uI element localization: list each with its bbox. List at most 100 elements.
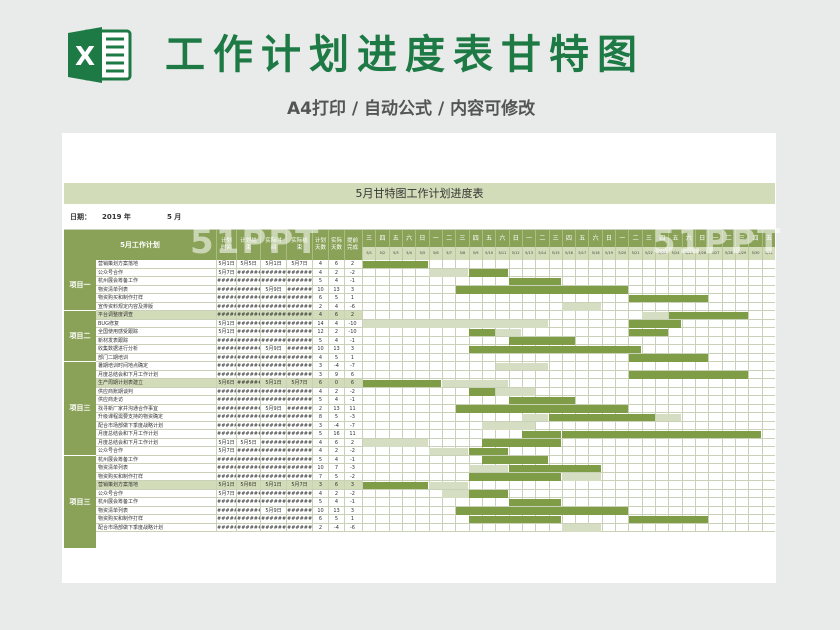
cell-pd: 4 [312,387,328,396]
cell-as: 5月9日 [260,404,286,413]
gantt-cell [455,328,469,337]
gantt-cell [601,421,616,430]
gantt-cell [761,379,775,388]
gantt-cell [748,447,762,456]
task-name: 配合市场部做下季度战略计划 [96,523,216,532]
gantt-cell [535,370,549,379]
gantt-cell [548,481,562,490]
gantt-cell [628,379,642,388]
cell-ad: 4 [328,455,344,464]
gantt-cell [375,404,389,413]
cell-pe: ###### [236,413,260,422]
gantt-cell [748,523,762,532]
gantt-cell [441,464,456,473]
gantt-cell [401,285,416,294]
task-name: 全国使用感受跟踪 [96,328,216,337]
gantt-cell [588,489,602,498]
gantt-cell [362,523,376,532]
gantt-cell [375,498,389,507]
gantt-cell [495,396,509,405]
cell-e: -2 [344,268,360,277]
gantt-cell [401,302,416,311]
cell-pd: 5 [312,498,328,507]
task-name: 月度总结会和下月工作计划 [96,370,216,379]
gantt-cell [415,353,429,362]
gantt-cell [455,438,469,447]
gantt-cell [388,362,402,371]
gantt-cell [481,294,496,303]
gantt-cell [735,447,749,456]
cell-ad: -4 [328,362,344,371]
gantt-cell [375,515,389,524]
gantt-cell [428,506,442,515]
gantt-cell [548,523,562,532]
gantt-cell [561,447,576,456]
gantt-cell [455,294,469,303]
gantt-cell [588,447,602,456]
gantt-bar [429,447,469,455]
cell-ad: 0 [328,379,344,388]
cell-pe: ###### [236,379,260,388]
gantt-cell [721,387,736,396]
cell-as: ###### [260,413,286,422]
gantt-cell [615,268,629,277]
cell-e: 6 [344,379,360,388]
gantt-cell [362,404,376,413]
gantt-cell [521,294,536,303]
cell-ad: -4 [328,523,344,532]
gantt-cell [561,455,576,464]
gantt-cell [655,362,669,371]
cell-ae: ###### [286,404,312,413]
gantt-cell [695,481,709,490]
gantt-cell [681,413,696,422]
gantt-bar [628,371,748,379]
gantt-cell [575,515,589,524]
cell-ae: ###### [286,294,312,303]
gantt-cell [761,430,775,439]
cell-ps: 5月1日 [216,481,236,490]
gantt-cell [428,498,442,507]
gantt-cell [481,498,496,507]
cell-pd: 6 [312,379,328,388]
gantt-cell [575,319,589,328]
gantt-cell [655,523,669,532]
gantt-cell [428,260,442,269]
date-label: 5/18 [588,247,602,260]
gantt-cell [708,506,722,515]
cell-e: -1 [344,336,360,345]
gantt-cell [428,345,442,354]
gantt-cell [641,268,656,277]
gantt-bar [469,345,642,353]
gantt-cell [588,370,602,379]
gantt-cell [548,455,562,464]
gantt-cell [441,387,456,396]
weekday-label: 日 [508,230,522,247]
gantt-cell [561,260,576,269]
gantt-cell [695,438,709,447]
gantt-cell [641,345,656,354]
gantt-cell [588,455,602,464]
cell-ad: 6 [328,311,344,320]
gantt-cell [615,489,629,498]
gantt-cell [535,379,549,388]
gantt-cell [375,353,389,362]
cell-pe: ###### [236,387,260,396]
gantt-cell [708,362,722,371]
cell-ae: 5月7日 [286,379,312,388]
gantt-bar [562,303,602,311]
date-label: 5/3 [388,247,402,260]
gantt-cell [748,345,762,354]
gantt-cell [641,447,656,456]
gantt-cell [521,370,536,379]
gantt-cell [388,396,402,405]
date-label: 5/17 [575,247,589,260]
gantt-cell [401,447,416,456]
gantt-cell [601,515,616,524]
gantt-cell [668,285,682,294]
gantt-cell [455,362,469,371]
watermark-text: 51PPT [652,222,783,262]
gantt-cell [681,396,696,405]
gantt-cell [628,523,642,532]
date-label: 5/20 [615,247,629,260]
gantt-cell [655,404,669,413]
